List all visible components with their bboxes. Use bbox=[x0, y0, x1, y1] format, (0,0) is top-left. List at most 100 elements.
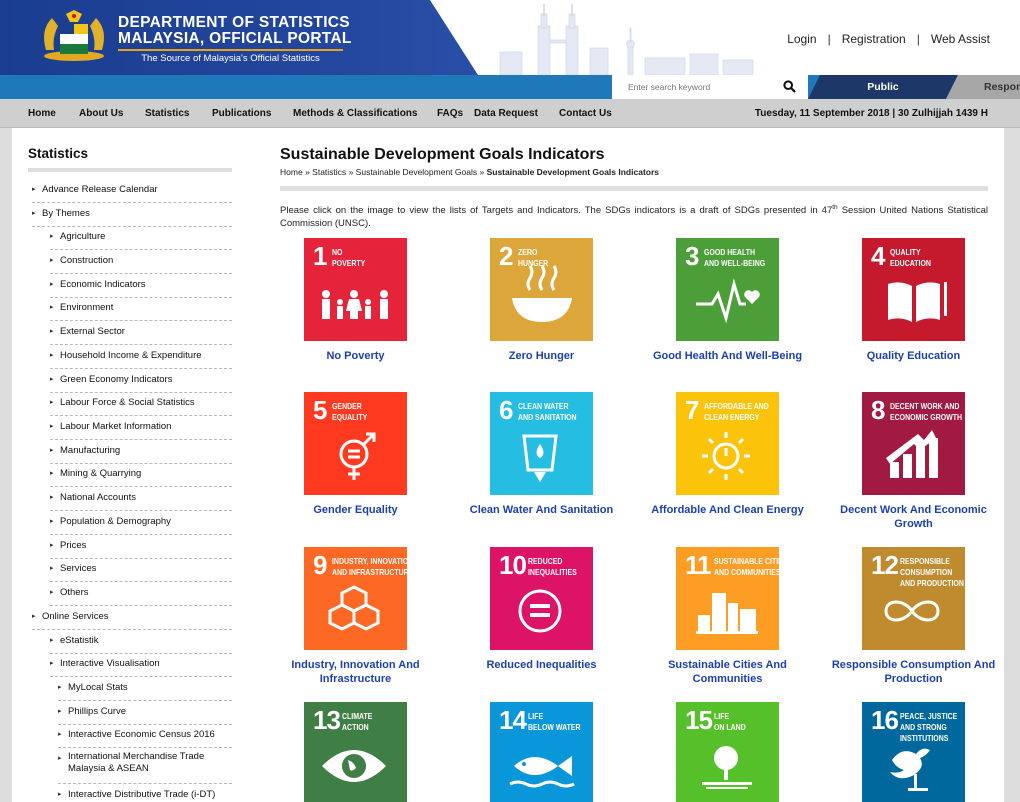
bullet-arrow-icon: ▸ bbox=[50, 257, 54, 264]
sdg-tile-13[interactable]: 13 CLIMATE ACTION bbox=[304, 702, 407, 802]
sidebar-item-national-accounts[interactable]: ▸ National Accounts bbox=[50, 487, 232, 511]
sidebar-item-distributive-trade[interactable]: ▸ Interactive Distributive Trade (i-DT) bbox=[58, 784, 232, 802]
bullet-arrow-icon: ▸ bbox=[50, 328, 54, 335]
bullet-arrow-icon: ▸ bbox=[32, 186, 36, 193]
sidebar-item-label: Interactive Visualisation bbox=[60, 658, 160, 669]
sidebar-item-online-services[interactable]: ▸ Online Services bbox=[32, 606, 232, 630]
web-assist-link[interactable]: Web Assist bbox=[931, 32, 990, 46]
sdg-tile-1[interactable]: 1 NO POVERTY bbox=[304, 238, 407, 341]
sdg-caption-10[interactable]: Reduced Inequalities bbox=[449, 658, 635, 672]
sidebar-divider bbox=[28, 168, 232, 172]
nav-publications[interactable]: Publications bbox=[212, 108, 271, 119]
sdg-tile-6[interactable]: 6 CLEAN WATER AND SANITATION bbox=[490, 392, 593, 495]
sidebar-item-by-themes[interactable]: ▸ By Themes bbox=[32, 203, 232, 227]
sidebar-item-label: Economic Indicators bbox=[60, 279, 146, 290]
nav-contact-us[interactable]: Contact Us bbox=[559, 108, 612, 119]
sdg-caption-12[interactable]: Responsible Consumption And Production bbox=[821, 658, 1007, 686]
sdg-tile-16[interactable]: 16 PEACE, JUSTICE AND STRONG INSTITUTIONS bbox=[862, 702, 965, 802]
sidebar-item-services[interactable]: ▸ Services bbox=[50, 558, 232, 582]
nav-about-us[interactable]: About Us bbox=[79, 108, 123, 119]
sidebar-item-label: Labour Market Information bbox=[60, 421, 172, 432]
bullet-arrow-icon: ▸ bbox=[50, 233, 54, 240]
public-tab[interactable]: Public bbox=[808, 75, 958, 99]
sdg-tile-5[interactable]: 5 GENDER EQUALITY bbox=[304, 392, 407, 495]
sidebar-item-green-economy[interactable]: ▸ Green Economy Indicators bbox=[50, 369, 232, 393]
sdg-tile-2[interactable]: 2 ZERO HUNGER bbox=[490, 238, 593, 341]
sidebar-item-label: National Accounts bbox=[60, 492, 137, 503]
sdg-caption-3[interactable]: Good Health And Well-Being bbox=[635, 349, 821, 363]
bullet-arrow-icon: ▸ bbox=[50, 494, 54, 501]
bullet-arrow-icon: ▸ bbox=[50, 565, 54, 572]
sidebar-item-manufacturing[interactable]: ▸ Manufacturing bbox=[50, 440, 232, 464]
bullet-arrow-icon: ▸ bbox=[58, 731, 62, 738]
nav-faqs[interactable]: FAQs bbox=[437, 108, 463, 119]
sdg-tile-7[interactable]: 7 AFFORDABLE AND CLEAN ENERGY bbox=[676, 392, 779, 495]
breadcrumb-sdg[interactable]: Sustainable Development Goals bbox=[356, 167, 477, 177]
sidebar-item-estatistik[interactable]: ▸ eStatistik bbox=[50, 630, 232, 654]
bullet-arrow-icon: ▸ bbox=[50, 399, 54, 406]
sidebar-item-external-sector[interactable]: ▸ External Sector bbox=[50, 321, 232, 345]
sidebar-item-prices[interactable]: ▸ Prices bbox=[50, 535, 232, 559]
sidebar-item-environment[interactable]: ▸ Environment bbox=[50, 297, 232, 321]
sdg-tile-10[interactable]: 10 REDUCED INEQUALITIES bbox=[490, 547, 593, 650]
sdg-tile-8[interactable]: 8 DECENT WORK AND ECONOMIC GROWTH bbox=[862, 392, 965, 495]
sdg-tile-4[interactable]: 4 QUALITY EDUCATION bbox=[862, 238, 965, 341]
sidebar-item-interactive-visualisation[interactable]: ▸ Interactive Visualisation bbox=[50, 653, 232, 677]
sidebar-item-label: Green Economy Indicators bbox=[60, 374, 173, 385]
sdg-caption-5[interactable]: Gender Equality bbox=[263, 503, 449, 517]
sdg-tile-3[interactable]: 3 GOOD HEALTH AND WELL-BEING bbox=[676, 238, 779, 341]
registration-link[interactable]: Registration bbox=[842, 32, 906, 46]
sdg-tile-15[interactable]: 15 LIFE ON LAND bbox=[676, 702, 779, 802]
sdg-caption-2[interactable]: Zero Hunger bbox=[449, 349, 635, 363]
sdg-caption-8[interactable]: Decent Work And Economic Growth bbox=[821, 503, 1007, 531]
sdg-caption-4[interactable]: Quality Education bbox=[821, 349, 1007, 363]
current-date: Tuesday, 11 September 2018 | 30 Zulhijja… bbox=[754, 108, 988, 119]
breadcrumb-home[interactable]: Home bbox=[280, 167, 303, 177]
sidebar-item-economic-census-2016[interactable]: ▸ Interactive Economic Census 2016 bbox=[58, 724, 232, 748]
bullet-arrow-icon: ▸ bbox=[50, 470, 54, 477]
main-nav: Home About Us Statistics Publications Me… bbox=[0, 99, 1020, 128]
nav-home[interactable]: Home bbox=[28, 108, 56, 119]
title-divider bbox=[280, 186, 988, 191]
sidebar-item-labour-force[interactable]: ▸ Labour Force & Social Statistics bbox=[50, 392, 232, 416]
sidebar-item-economic-indicators[interactable]: ▸ Economic Indicators bbox=[50, 274, 232, 298]
top-links: Login | Registration | Web Assist bbox=[787, 32, 990, 46]
sdg-caption-9[interactable]: Industry, Innovation And Infrastructure bbox=[263, 658, 449, 686]
sidebar-item-mylocal-stats[interactable]: ▸ MyLocal Stats bbox=[58, 677, 232, 701]
nav-methods-classifications[interactable]: Methods & Classifications bbox=[293, 108, 417, 119]
sidebar-item-label: Population & Demography bbox=[60, 516, 171, 527]
bullet-arrow-icon: ▸ bbox=[58, 755, 62, 762]
sidebar-item-label: Interactive Distributive Trade (i-DT) bbox=[68, 789, 216, 800]
sidebar-item-mining-quarrying[interactable]: ▸ Mining & Quarrying bbox=[50, 463, 232, 487]
sdg-caption-7[interactable]: Affordable And Clean Energy bbox=[635, 503, 821, 517]
bullet-arrow-icon: ▸ bbox=[58, 684, 62, 691]
malaysia-crest-icon bbox=[44, 10, 104, 61]
sidebar-item-label: Prices bbox=[60, 540, 87, 551]
sdg-caption-11[interactable]: Sustainable Cities And Communities bbox=[635, 658, 821, 686]
login-link[interactable]: Login bbox=[787, 32, 816, 46]
sidebar-item-merchandise-trade[interactable]: ▸ International Merchandise Trade Malaysi… bbox=[58, 748, 232, 784]
sidebar-item-population-demography[interactable]: ▸ Population & Demography bbox=[50, 511, 232, 535]
breadcrumb-statistics[interactable]: Statistics bbox=[312, 167, 346, 177]
sidebar-item-agriculture[interactable]: ▸ Agriculture bbox=[50, 226, 232, 250]
site-tagline: The Source of Malaysia's Official Statis… bbox=[118, 49, 343, 64]
sdg-tile-11[interactable]: 11SUSTAINABLE CITIESAND COMMUNITIES bbox=[676, 547, 779, 650]
bullet-arrow-icon: ▸ bbox=[50, 518, 54, 525]
sidebar-item-labour-market[interactable]: ▸ Labour Market Information bbox=[50, 416, 232, 440]
sidebar-item-phillips-curve[interactable]: ▸ Phillips Curve bbox=[58, 701, 232, 725]
respondent-tab[interactable]: Respondent bbox=[946, 75, 1020, 99]
link-separator: | bbox=[827, 32, 831, 46]
sidebar-item-others[interactable]: ▸ Others bbox=[50, 582, 232, 606]
sdg-caption-1[interactable]: No Poverty bbox=[263, 349, 449, 363]
sdg-tile-14[interactable]: 14 LIFE BELOW WATER bbox=[490, 702, 593, 802]
nav-data-request[interactable]: Data Request bbox=[474, 108, 538, 119]
sidebar-item-household-income[interactable]: ▸ Household Income & Expenditure bbox=[50, 345, 232, 369]
sdg-tile-12[interactable]: 12 RESPONSIBLE CONSUMPTION AND PRODUCTION bbox=[862, 547, 965, 650]
sidebar-item-construction[interactable]: ▸ Construction bbox=[50, 250, 232, 274]
sdg-caption-6[interactable]: Clean Water And Sanitation bbox=[449, 503, 635, 517]
nav-statistics[interactable]: Statistics bbox=[145, 108, 189, 119]
search-input[interactable] bbox=[612, 75, 772, 99]
search-icon[interactable] bbox=[783, 80, 796, 93]
sidebar-item-advance-release-calendar[interactable]: ▸ Advance Release Calendar bbox=[32, 179, 232, 203]
sdg-tile-9[interactable]: 9 INDUSTRY, INNOVATION AND INFRASTRUCTURE bbox=[304, 547, 407, 650]
